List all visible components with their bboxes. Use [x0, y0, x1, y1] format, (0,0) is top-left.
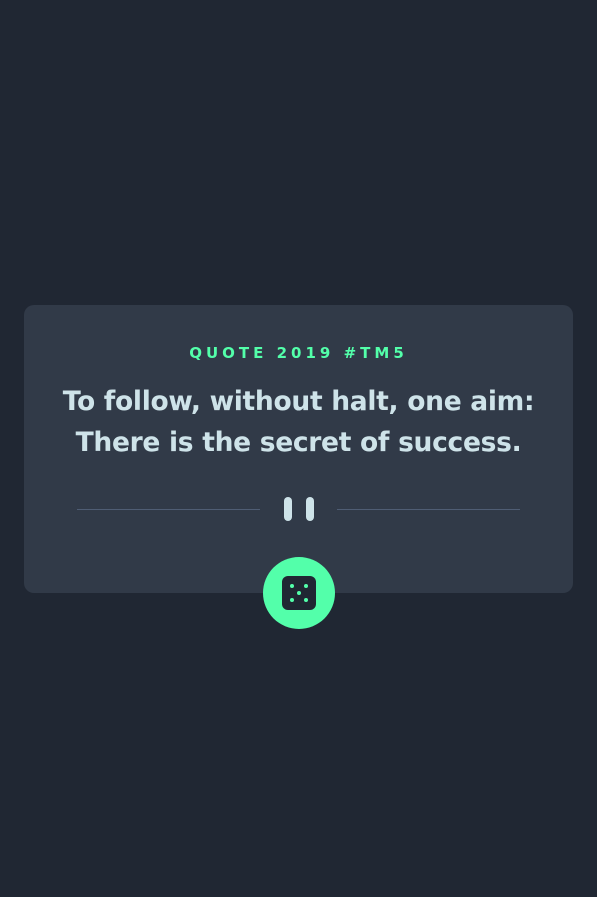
dice-pip	[290, 584, 294, 588]
dice-pip	[290, 598, 294, 602]
new-advice-button[interactable]	[263, 557, 335, 629]
dice-pip	[297, 591, 301, 595]
advice-card: QUOTE 2019 #TM5 To follow, without halt,…	[24, 305, 573, 593]
pause-bar-left	[284, 497, 292, 521]
dice-icon	[282, 576, 316, 610]
advice-quote: To follow, without halt, one aim: There …	[62, 386, 535, 458]
pause-bar-right	[306, 497, 314, 521]
pause-icon	[284, 497, 316, 521]
advice-id-label: QUOTE 2019 #TM5	[189, 344, 408, 362]
dice-pip	[304, 584, 308, 588]
pattern-divider	[77, 495, 520, 525]
dice-pip	[304, 598, 308, 602]
divider-line-right	[337, 509, 520, 510]
divider-line-left	[77, 509, 260, 510]
